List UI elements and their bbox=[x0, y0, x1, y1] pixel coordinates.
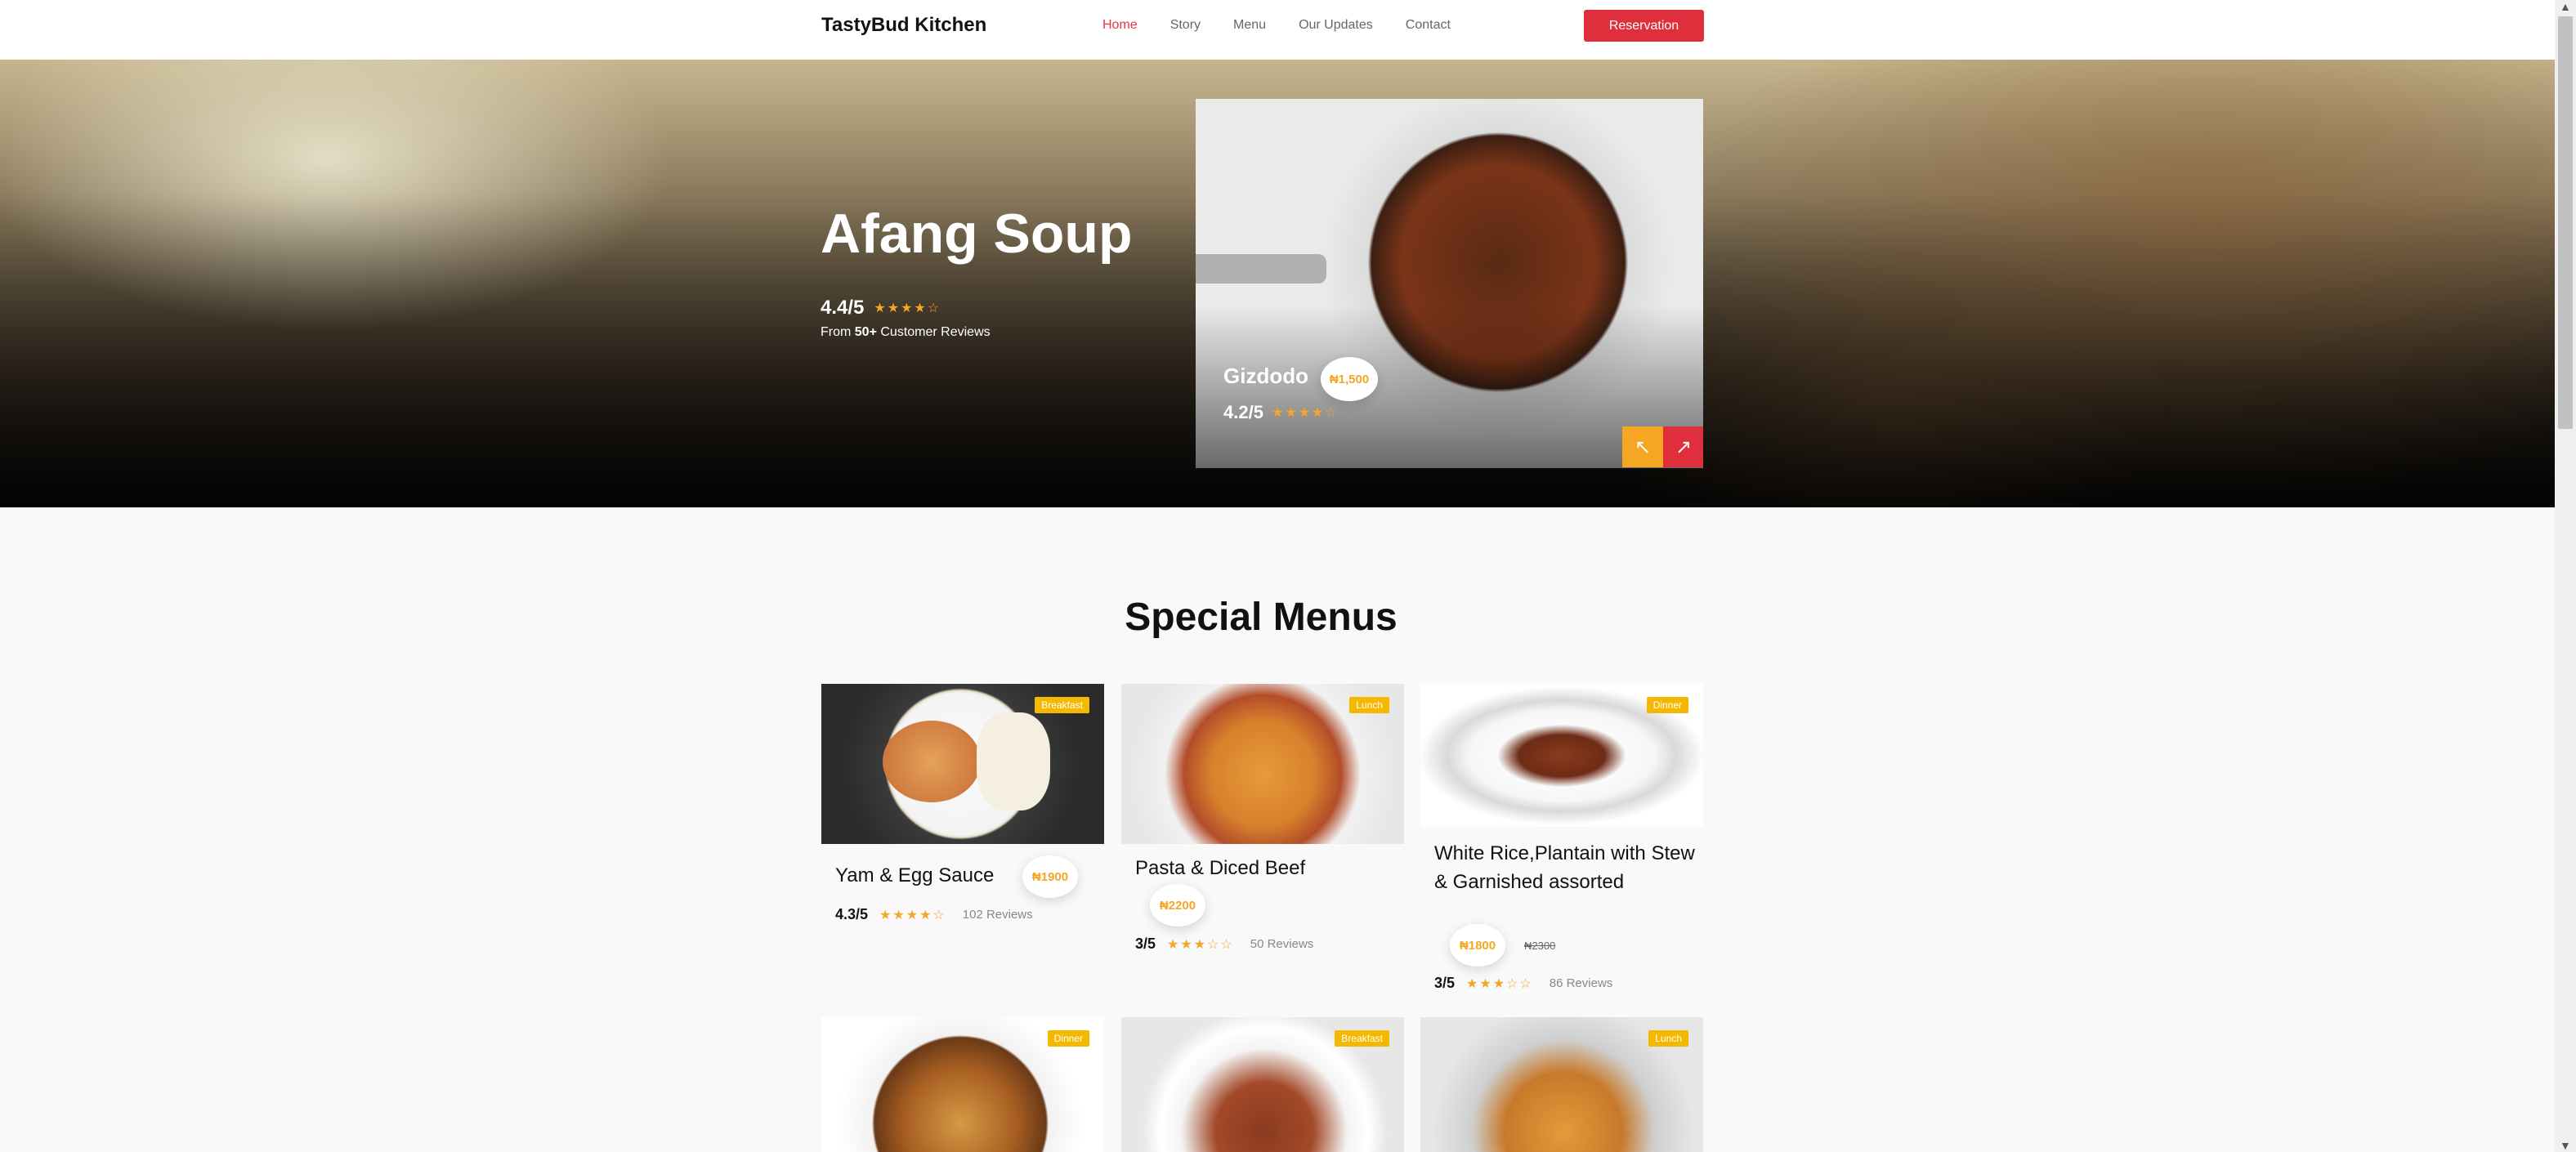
menu-item-rating: 3/5 ★★★☆☆ 86 Reviews bbox=[1434, 975, 1612, 992]
menu-card[interactable]: Lunch Pasta & Diced Beef ₦2200 3/5 ★★★☆☆… bbox=[1121, 684, 1404, 962]
dish-image bbox=[977, 712, 1050, 810]
scroll-down-arrow-icon[interactable]: ▼ bbox=[2560, 1139, 2571, 1152]
meal-badge: Dinner bbox=[1047, 1030, 1089, 1047]
dish-image bbox=[883, 721, 981, 802]
meal-badge: Lunch bbox=[1349, 697, 1389, 713]
nav-links: Home Story Menu Our Updates Contact bbox=[1102, 18, 1483, 33]
scrollbar-thumb[interactable] bbox=[2558, 16, 2573, 429]
nav-updates[interactable]: Our Updates bbox=[1299, 18, 1373, 33]
rating-value: 3/5 bbox=[1434, 975, 1456, 991]
review-count: 102 Reviews bbox=[962, 908, 1033, 922]
menu-card[interactable]: Breakfast Yam & Egg Sauce ₦1900 4.3/5 ★★… bbox=[821, 684, 1104, 945]
menu-item-name: Yam & Egg Sauce bbox=[835, 864, 995, 886]
review-count: 50 Reviews bbox=[1250, 937, 1314, 951]
stars-icon: ★★★☆☆ bbox=[1466, 976, 1533, 991]
meal-badge: Breakfast bbox=[1035, 697, 1089, 713]
featured-dish-card[interactable]: Gizdodo ₦1,500 4.2/5 ★★★★☆ ↖ ↗ bbox=[1196, 99, 1703, 468]
meal-badge: Breakfast bbox=[1335, 1030, 1389, 1047]
hero-rating: 4.4/5 ★★★★☆ bbox=[821, 297, 941, 319]
menu-card-image: Lunch bbox=[1420, 1017, 1703, 1152]
dish-image bbox=[1196, 254, 1326, 284]
featured-dish-price: ₦1,500 bbox=[1321, 357, 1378, 401]
rating-value: 4.3/5 bbox=[835, 906, 869, 922]
review-count: 86 Reviews bbox=[1549, 976, 1613, 990]
hero-reviews-prefix: From bbox=[821, 325, 855, 339]
menu-card-image: Dinner bbox=[1420, 684, 1703, 827]
page-scrollbar[interactable]: ▲ ▼ bbox=[2555, 0, 2576, 1152]
reservation-button[interactable]: Reservation bbox=[1584, 10, 1704, 42]
scroll-up-arrow-icon[interactable]: ▲ bbox=[2560, 0, 2571, 13]
stars-icon: ★★★★☆ bbox=[879, 908, 946, 922]
brand-logo[interactable]: TastyBud Kitchen bbox=[821, 14, 986, 37]
menu-item-price: ₦1800 bbox=[1450, 924, 1505, 967]
stars-icon: ★★★☆☆ bbox=[1167, 937, 1234, 952]
menu-card[interactable]: Dinner bbox=[821, 1017, 1104, 1152]
hero-title: Afang Soup bbox=[821, 203, 1133, 265]
hero-stars-icon: ★★★★☆ bbox=[874, 301, 941, 315]
nav-contact[interactable]: Contact bbox=[1406, 18, 1451, 33]
meal-badge: Lunch bbox=[1648, 1030, 1688, 1047]
featured-dish-name: Gizdodo bbox=[1223, 364, 1308, 388]
menu-item-price: ₦1900 bbox=[1022, 855, 1078, 898]
menu-item-rating: 4.3/5 ★★★★☆ 102 Reviews bbox=[835, 906, 1033, 923]
nav-menu[interactable]: Menu bbox=[1233, 18, 1266, 33]
nav-story[interactable]: Story bbox=[1170, 18, 1201, 33]
prev-arrow-icon[interactable]: ↖ bbox=[1622, 426, 1663, 467]
hero-reviews-suffix: Customer Reviews bbox=[876, 325, 991, 339]
menu-card-image: Dinner bbox=[821, 1017, 1104, 1152]
menu-card-image: Breakfast bbox=[1121, 1017, 1404, 1152]
hero-rating-value: 4.4/5 bbox=[821, 297, 865, 319]
menu-card[interactable]: Lunch bbox=[1420, 1017, 1703, 1152]
featured-rating-value: 4.2/5 bbox=[1223, 402, 1263, 422]
menu-card-image: Breakfast bbox=[821, 684, 1104, 844]
menu-card[interactable]: Breakfast bbox=[1121, 1017, 1404, 1152]
menu-card[interactable]: Dinner White Rice,Plantain with Stew & G… bbox=[1420, 684, 1703, 994]
rating-value: 3/5 bbox=[1135, 935, 1156, 952]
featured-stars-icon: ★★★★☆ bbox=[1271, 406, 1339, 420]
old-price: ₦2300 bbox=[1524, 940, 1556, 952]
menu-item-price: ₦2200 bbox=[1150, 884, 1205, 927]
special-menus-title: Special Menus bbox=[1125, 596, 1398, 639]
navbar: TastyBud Kitchen Home Story Menu Our Upd… bbox=[0, 0, 2555, 60]
menu-card-image: Lunch bbox=[1121, 684, 1404, 844]
menu-item-rating: 3/5 ★★★☆☆ 50 Reviews bbox=[1135, 935, 1313, 953]
menu-item-name: Pasta & Diced Beef bbox=[1135, 857, 1306, 879]
meal-badge: Dinner bbox=[1646, 697, 1688, 713]
featured-dish-rating: 4.2/5 ★★★★☆ bbox=[1223, 402, 1339, 423]
menu-item-name: White Rice,Plantain with Stew & Garnishe… bbox=[1434, 842, 1695, 893]
hero-reviews: From 50+ Customer Reviews bbox=[821, 325, 991, 340]
hero-reviews-count: 50+ bbox=[854, 325, 877, 339]
next-arrow-icon[interactable]: ↗ bbox=[1663, 426, 1703, 467]
nav-home[interactable]: Home bbox=[1102, 18, 1138, 33]
